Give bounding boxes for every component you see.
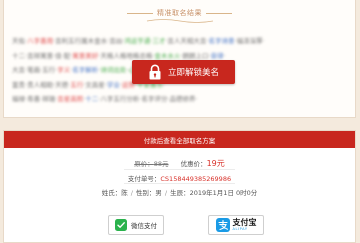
sale-price-label: 优惠价： [180,160,207,168]
blurred-text: 天佑· [12,37,28,45]
alipay-label: 支付宝 [232,217,257,227]
original-price: 原价：88元 [134,160,170,168]
blurred-text: 名字诗意 [208,37,235,45]
blurred-text: 音律 [210,51,224,60]
title-divider-left [127,12,153,14]
order-number-value: CS158449385269986 [160,175,232,183]
blurred-line: 福禄·寿喜·祥瑞·吉星高照·十二·八字五行分析·名字评分·品德修养· [12,92,350,107]
price-divider [124,169,235,170]
surname-label: 姓氏： [101,189,122,197]
alipay-icon [215,218,230,232]
blurred-text: 字义 [57,66,71,74]
lock-icon [149,64,161,80]
blurred-text: ·八字五行分析·名字评分·品德修养· [98,95,198,103]
blurred-text: ·朗朗上口· [180,51,211,60]
original-price-label: 原价： [134,160,154,168]
name-result-card: 精准取名结果 天佑·八字喜用·吉利五行属木金水·吉凶·鸿运亨通·三才·吉人天相大… [3,0,356,118]
wechat-pay-button[interactable]: 微信支付 [108,215,164,235]
price-row: 原价：88元 优惠价：19元 [4,158,355,169]
blurred-text: 十二·吉祥寓意·佳·配· [12,51,73,60]
blurred-text: 大吉·笔画·五行· [12,66,58,74]
blurred-text: 金木水火 [154,51,181,60]
wechat-pay-label: 微信支付 [131,222,157,230]
gender-value: 男 [155,189,162,197]
alipay-text: 支付宝 ALIPAY [232,217,257,232]
blurred-text: 名字解析 [72,66,99,74]
blurred-text: 寓意美好 [72,51,99,60]
blurred-text: 富贵·贵人相助·天德· [12,80,71,89]
blurred-text: ·天格人格地格总格· [98,51,155,60]
blurred-line: 天佑·八字喜用·吉利五行属木金水·吉凶·鸿运亨通·三才·吉人天相大吉·名字诗意·… [12,34,350,49]
blurred-text: 鸿运亨通·三才 [124,37,166,45]
birth-label: 生辰： [170,189,190,197]
order-number-row: 支付单号：CS158449385269986 [4,173,355,183]
alipay-button[interactable]: 支付宝 ALIPAY [208,215,264,235]
original-price-value: 88元 [153,160,169,168]
title-divider-right [206,12,232,14]
info-separator: / [130,189,133,197]
sale-price-value: 19元 [206,159,225,168]
wechat-pay-icon [115,219,127,231]
payment-card: 付款后查看全部取名方案 原价：88元 优惠价：19元 支付单号：CS158449… [3,130,356,243]
blurred-text: 学业 [106,80,120,89]
alipay-sub-label: ALIPAY [232,226,248,231]
order-number-label: 支付单号： [127,175,161,183]
title-swash-ornament [146,19,213,23]
blurred-text: · [223,51,226,60]
blurred-text: 十二 [85,95,99,103]
blurred-text: ·文昌星· [83,80,107,89]
blurred-text: 诗词出处 [100,66,127,74]
blurred-text: ·福泽深厚· [234,37,265,45]
blurred-text: 五行 [70,80,84,89]
payment-header: 付款后查看全部取名方案 [4,131,355,148]
info-separator: / [164,189,168,197]
blurred-text: ·吉人天相大吉· [165,37,209,45]
order-divider [124,183,235,184]
unlock-button-label: 立即解锁美名 [167,68,219,78]
result-title: 精准取名结果 [157,9,202,17]
birth-value: 2019年1月1日 0时0分 [189,189,258,197]
blurred-text: 八字喜用 [27,37,54,45]
gender-label: 性别： [135,189,156,197]
customer-info-row: 姓氏：陈 / 性别：男 / 生辰：2019年1月1日 0时0分 [4,187,355,197]
blurred-text: ·吉利五行属木金水·吉凶· [53,37,125,45]
surname-value: 陈 [121,189,128,197]
unlock-names-button[interactable]: 立即解锁美名 [132,60,235,84]
blurred-text: 吉星高照 [57,95,84,103]
blurred-text: 福禄·寿喜·祥瑞· [12,95,58,103]
